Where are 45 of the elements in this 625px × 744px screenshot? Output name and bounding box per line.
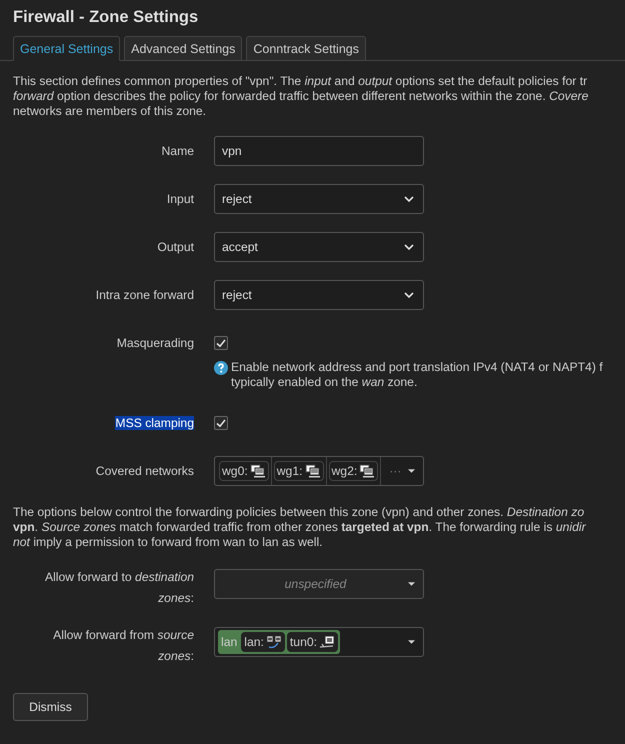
field-label: Allow forward from source zones: [53,627,194,665]
field-label: Input [166,192,194,206]
field-label: Output [157,240,194,254]
forwarding-description: The options below control the forwarding policies between this zone (vpn) and other zones. Destination zo vpn. Source zones match forwarded traffic from other zones targeted at vpn. The forwarding rule is unidir not imply a permission to forward from wan to lan as well. [13,505,587,550]
checkbox[interactable] [214,336,228,350]
field-label: Intra zone forward [96,288,194,302]
network-icon [266,635,282,649]
more-indicator: ··· [389,464,402,478]
caret-icon [408,640,415,644]
settings-tab[interactable]: Advanced Settings [124,36,242,60]
caret-icon [408,469,415,473]
field-label: Covered networks [96,464,194,478]
section-description: This section defines common properties of "vpn". The input and output options set the default policies for tr forward option describes the policy for forwarded traffic between different networks within the zone. Covere networks are members of this zone. [13,74,590,119]
field-label: Masquerading [116,336,194,350]
dismiss-button[interactable]: Dismiss [13,693,88,721]
name-input[interactable]: vpn [214,136,424,166]
chevron-icon [404,196,414,202]
network-icon [304,464,320,478]
network-chip: tun0: [286,632,338,652]
chevron-icon [404,292,414,298]
policy-dropdown[interactable]: accept [214,232,424,262]
help-icon [214,361,228,375]
settings-tab[interactable]: Conntrack Settings [246,36,366,60]
network-chip: wg0: [219,461,269,481]
field-label: Allow forward to destination zones: [44,569,194,607]
policy-dropdown[interactable]: reject [214,280,424,310]
field-label: Name [161,144,194,158]
field-label: MSS clamping [115,416,194,430]
network-icon [319,635,336,649]
zone-name: lan [221,635,238,649]
checkbox[interactable] [214,416,228,430]
networks-multiselect[interactable]: wg0: wg1: wg2: ··· [214,456,424,486]
network-chip: lan: [241,632,285,652]
caret-icon [408,582,415,586]
chevron-icon [404,244,414,250]
dialog-title: Firewall - Zone Settings [13,8,200,27]
network-icon [250,464,266,478]
help-text: Enable network address and port translation IPv4 (NAT4 or NAPT4) f typically enabled on the wan zone. [231,360,603,390]
network-chip: wg2: [328,461,378,481]
network-chip: wg1: [274,461,324,481]
policy-dropdown[interactable]: reject [214,184,424,214]
zone-dropdown[interactable]: unspecified [214,569,424,599]
settings-tab[interactable]: General Settings [13,36,120,61]
network-icon [359,464,376,478]
zone-dropdown[interactable]: lan lan: tun0: [214,627,424,657]
